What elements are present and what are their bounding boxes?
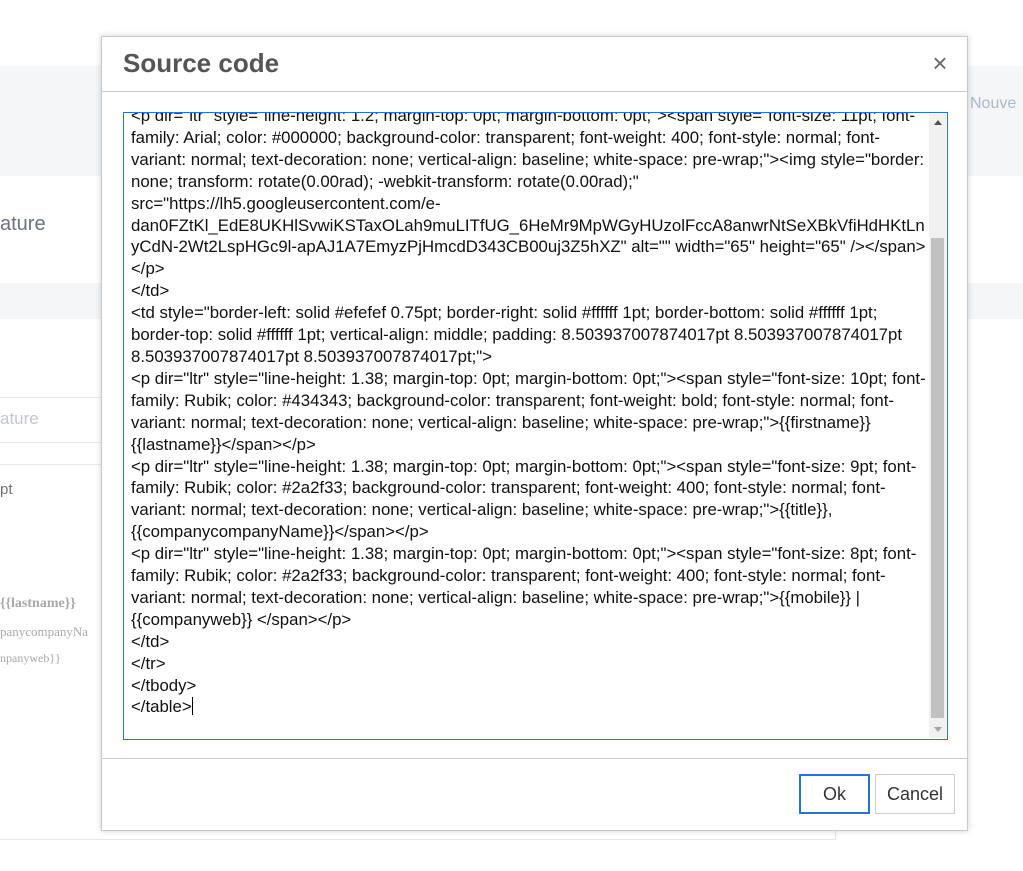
- scroll-down-arrow-icon[interactable]: [929, 721, 946, 738]
- scroll-up-arrow-icon[interactable]: [929, 114, 946, 131]
- source-code-dialog: Source code × <p dir="ltr" style="line-h…: [101, 36, 968, 831]
- background-unit-label: pt: [0, 481, 13, 498]
- signature-preview-company: panycompanyNa: [0, 624, 89, 639]
- background-page-title: ature: [0, 213, 46, 235]
- signature-preview-web: npanyweb}}: [0, 651, 61, 665]
- cancel-button[interactable]: Cancel: [875, 774, 955, 814]
- background-field-placeholder: ature: [0, 409, 39, 428]
- dialog-title: Source code: [123, 48, 280, 78]
- ok-button[interactable]: Ok: [799, 774, 870, 814]
- dialog-header: Source code ×: [102, 37, 967, 92]
- source-code-content[interactable]: <p dir="ltr" style="line-height: 1.2; ma…: [131, 112, 926, 718]
- code-text: <p dir="ltr" style="line-height: 1.2; ma…: [131, 112, 926, 717]
- close-icon[interactable]: ×: [928, 50, 952, 76]
- vertical-scrollbar[interactable]: [929, 114, 946, 738]
- source-code-textarea[interactable]: <p dir="ltr" style="line-height: 1.2; ma…: [123, 112, 948, 740]
- scrollbar-thumb[interactable]: [931, 238, 944, 718]
- new-link[interactable]: Nouve: [970, 95, 1016, 113]
- signature-preview-name: {{lastname}}: [0, 596, 76, 611]
- text-caret: [191, 697, 193, 716]
- background-divider: [0, 464, 110, 465]
- dialog-footer: Ok Cancel: [102, 758, 967, 830]
